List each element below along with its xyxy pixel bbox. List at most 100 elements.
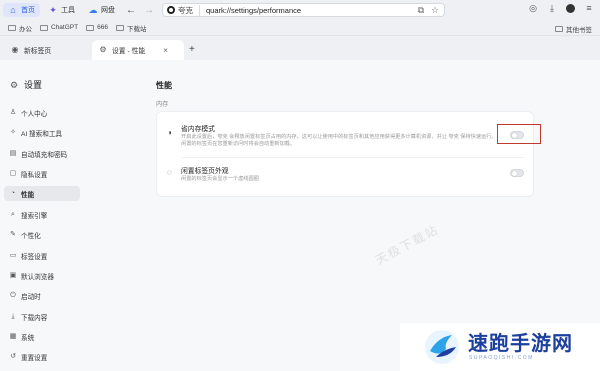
sidebar-item-system[interactable]: ▦ 系统: [4, 329, 80, 344]
share-icon[interactable]: ⧉: [416, 5, 426, 15]
sidebar-item-personalize[interactable]: ✎ 个性化: [4, 227, 80, 242]
sidebar-item-tabs[interactable]: ▭ 标签设置: [4, 248, 80, 263]
top-bar: ⌂ 首页 ✦ 工具 ☁ 网盘 ← → ↻ 夸克 quark://settings…: [0, 0, 600, 20]
bookmark-label: ChatGPT: [51, 24, 79, 31]
browser-icon: ▣: [9, 271, 17, 279]
address-bar[interactable]: 夸克 quark://settings/performance ⧉ ☆: [162, 3, 445, 17]
close-icon[interactable]: ×: [163, 46, 168, 55]
ai-icon: ✧: [10, 128, 16, 136]
folder-icon: [8, 24, 16, 31]
download-icon[interactable]: ⤓: [547, 3, 557, 13]
sidebar-item-reset[interactable]: ↺ 重置设置: [4, 349, 80, 364]
bookmark-folder-download-site[interactable]: 下载站: [115, 23, 147, 33]
bookmark-label: 办公: [19, 25, 32, 33]
nav-tab-cloud[interactable]: ☁ 网盘: [83, 3, 120, 17]
tab-settings-performance[interactable]: ⚙ 设置 - 性能 ×: [92, 40, 184, 60]
nav-tab-cloud-label: 网盘: [101, 7, 115, 14]
home-icon: ⌂: [10, 5, 16, 15]
brand-subtitle: SUPAOQISHI.COM: [469, 355, 534, 361]
sidebar-item-profile[interactable]: ♙ 个人中心: [4, 105, 80, 120]
bookmark-folder-chatgpt[interactable]: ChatGPT: [40, 24, 78, 31]
nav-tab-tools-label: 工具: [61, 7, 75, 14]
sidebar-item-label: 个性化: [21, 232, 41, 240]
back-button[interactable]: ←: [124, 3, 138, 17]
setting-description: 开启此设置后，夸克 会释放闲置标签页占用的内存。这可以让使用中的标签页和其他应用…: [181, 134, 497, 147]
setting-name: 省内存模式: [181, 126, 215, 133]
menu-icon[interactable]: ≡: [584, 3, 594, 13]
sidebar-item-label: 自动填充和密码: [21, 151, 68, 159]
forward-button[interactable]: →: [142, 3, 156, 17]
url-text[interactable]: quark://settings/performance: [206, 6, 412, 15]
inactive-tab-appearance-toggle[interactable]: [510, 169, 524, 177]
brand-name: 速跑手游网: [468, 333, 573, 355]
search-icon: ⌕: [11, 210, 15, 218]
sidebar-item-autofill[interactable]: ▤ 自动填充和密码: [4, 146, 80, 161]
sidebar-item-label: 默认浏览器: [21, 273, 54, 281]
folder-icon: [86, 24, 95, 31]
settings-sidebar: ⚙ 设置 ♙ 个人中心 ✧ AI 搜索和工具 ▤ 自动填充和密码 ▢ 隐私设置 …: [0, 60, 120, 371]
brand-text: 速跑手游网 SUPAOQISHI.COM: [468, 333, 573, 361]
watermark: 天极下载站: [373, 222, 442, 268]
star-icon[interactable]: ☆: [430, 5, 440, 15]
system-icon: ▦: [9, 332, 17, 340]
autofill-icon: ▤: [9, 149, 17, 157]
section-label-memory: 内存: [156, 101, 169, 108]
other-bookmarks[interactable]: 其他书签: [555, 24, 592, 34]
download-icon: ⤓: [11, 312, 15, 320]
speedometer-icon: ◑: [167, 128, 172, 137]
settings-tab-icon: ⚙: [99, 45, 107, 54]
brand-overlay: 速跑手游网 SUPAOQISHI.COM: [400, 323, 600, 371]
person-icon: ♙: [9, 108, 17, 116]
tab-new-tab[interactable]: ◉ 新标签页: [4, 40, 88, 60]
bookmark-label: 666: [97, 24, 108, 31]
new-tab-button[interactable]: +: [189, 44, 195, 55]
setting-inactive-tab-appearance: ◌ 闲置标签页外观 闲置的标签页会显示一个虚线圆圈: [167, 165, 527, 189]
personalize-icon: ✎: [10, 230, 16, 238]
setting-memory-saver: ◑ 省内存模式 开启此设置后，夸克 会释放闲置标签页占用的内存。这可以让使用中的…: [167, 123, 527, 155]
memory-settings-card: ◑ 省内存模式 开启此设置后，夸克 会释放闲置标签页占用的内存。这可以让使用中的…: [156, 111, 541, 197]
sidebar-item-label: 重置设置: [21, 354, 48, 362]
sidebar-item-label: 性能: [21, 191, 35, 199]
tab-appearance-icon: ◌: [167, 168, 172, 177]
reset-icon: ↺: [10, 352, 16, 360]
bookmark-label: 下载站: [126, 25, 147, 33]
avatar[interactable]: [566, 3, 575, 13]
bookmark-folder-office[interactable]: 办公: [8, 23, 32, 33]
sparkle-icon: ✦: [49, 5, 57, 15]
quark-tab-icon: ◉: [11, 45, 19, 54]
highlight-box: [497, 124, 541, 144]
bookmarks-bar: 办公 ChatGPT 666 下载站 其他书签: [0, 20, 600, 36]
sidebar-item-startup[interactable]: ⏻ 启动时: [4, 288, 80, 303]
search-engine-label: 夸克: [178, 5, 193, 15]
sidebar-item-label: AI 搜索和工具: [21, 130, 63, 138]
sidebar-item-label: 个人中心: [21, 110, 48, 118]
assistant-icon[interactable]: ◎: [528, 3, 538, 13]
sidebar-item-default-browser[interactable]: ▣ 默认浏览器: [4, 268, 80, 283]
nav-tab-tools[interactable]: ✦ 工具: [43, 3, 80, 17]
cloud-icon: ☁: [88, 5, 98, 15]
sidebar-item-privacy[interactable]: ▢ 隐私设置: [4, 166, 80, 181]
tab-label: 设置 - 性能: [112, 48, 146, 55]
search-engine-selector[interactable]: 夸克: [167, 4, 200, 16]
other-bookmarks-label: 其他书签: [566, 27, 592, 34]
setting-description: 闲置的标签页会显示一个虚线圆圈: [181, 176, 259, 182]
performance-icon: ◔: [10, 189, 16, 197]
nav-tab-home-label: 首页: [21, 7, 35, 14]
setting-name: 闲置标签页外观: [181, 168, 229, 175]
tab-icon: ▭: [9, 251, 17, 259]
sidebar-item-label: 系统: [21, 334, 35, 342]
sidebar-item-search-engine[interactable]: ⌕ 搜索引擎: [4, 207, 80, 222]
toolbar-right: ◎ ⤓ ≡: [528, 3, 594, 13]
nav-tab-home[interactable]: ⌂ 首页: [3, 3, 40, 17]
sidebar-item-downloads[interactable]: ⤓ 下载内容: [4, 309, 80, 324]
sidebar-item-performance[interactable]: ◔ 性能: [4, 186, 80, 201]
bookmark-folder-666[interactable]: 666: [86, 24, 108, 31]
sidebar-item-label: 搜索引擎: [21, 212, 48, 220]
sidebar-item-ai[interactable]: ✧ AI 搜索和工具: [4, 125, 80, 140]
folder-icon: [555, 26, 563, 32]
quark-logo-icon: [167, 6, 175, 14]
page-title: 性能: [156, 81, 172, 90]
divider: [181, 157, 525, 158]
sidebar-item-label: 标签设置: [21, 253, 48, 261]
tab-label: 新标签页: [24, 48, 52, 55]
